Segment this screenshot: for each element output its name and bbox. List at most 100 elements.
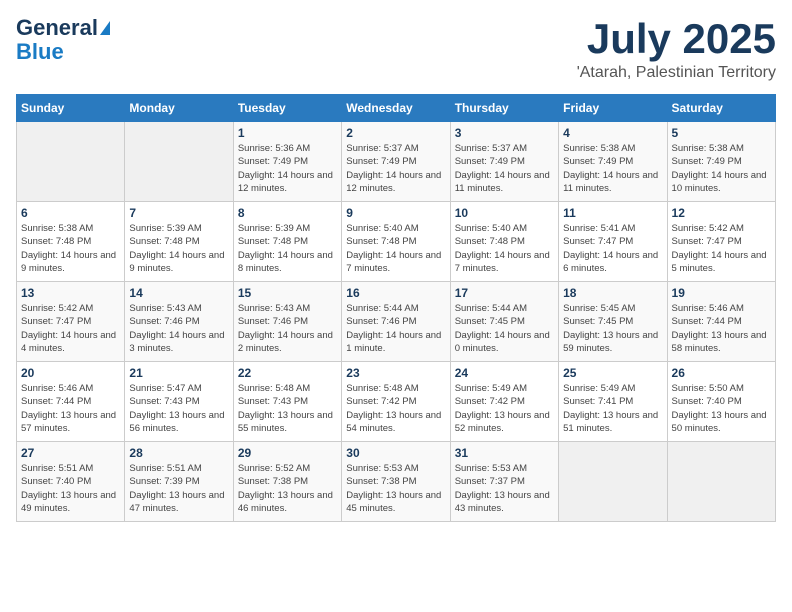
day-number: 16	[346, 286, 445, 300]
calendar-cell: 7 Sunrise: 5:39 AM Sunset: 7:48 PM Dayli…	[125, 202, 233, 282]
sunrise-text: Sunrise: 5:42 AM	[21, 303, 93, 314]
daylight-text: Daylight: 13 hours and 51 minutes.	[563, 410, 658, 434]
day-number: 6	[21, 206, 120, 220]
calendar-cell: 22 Sunrise: 5:48 AM Sunset: 7:43 PM Dayl…	[233, 362, 341, 442]
day-number: 1	[238, 126, 337, 140]
cell-info: Sunrise: 5:49 AM Sunset: 7:41 PM Dayligh…	[563, 382, 662, 435]
sunset-text: Sunset: 7:43 PM	[238, 396, 308, 407]
daylight-text: Daylight: 14 hours and 2 minutes.	[238, 330, 333, 354]
calendar-cell: 17 Sunrise: 5:44 AM Sunset: 7:45 PM Dayl…	[450, 282, 558, 362]
cell-info: Sunrise: 5:51 AM Sunset: 7:39 PM Dayligh…	[129, 462, 228, 515]
sunset-text: Sunset: 7:45 PM	[455, 316, 525, 327]
sunset-text: Sunset: 7:46 PM	[129, 316, 199, 327]
logo-triangle-icon	[100, 21, 110, 35]
daylight-text: Daylight: 13 hours and 57 minutes.	[21, 410, 116, 434]
daylight-text: Daylight: 14 hours and 11 minutes.	[563, 170, 658, 194]
calendar-table: SundayMondayTuesdayWednesdayThursdayFrid…	[16, 94, 776, 522]
day-number: 27	[21, 446, 120, 460]
cell-info: Sunrise: 5:53 AM Sunset: 7:37 PM Dayligh…	[455, 462, 554, 515]
weekday-header-friday: Friday	[559, 95, 667, 122]
calendar-cell	[125, 122, 233, 202]
sunrise-text: Sunrise: 5:41 AM	[563, 223, 635, 234]
day-number: 4	[563, 126, 662, 140]
day-number: 31	[455, 446, 554, 460]
sunset-text: Sunset: 7:48 PM	[455, 236, 525, 247]
cell-info: Sunrise: 5:37 AM Sunset: 7:49 PM Dayligh…	[346, 142, 445, 195]
cell-info: Sunrise: 5:47 AM Sunset: 7:43 PM Dayligh…	[129, 382, 228, 435]
sunrise-text: Sunrise: 5:38 AM	[21, 223, 93, 234]
sunset-text: Sunset: 7:48 PM	[129, 236, 199, 247]
sunset-text: Sunset: 7:48 PM	[238, 236, 308, 247]
sunset-text: Sunset: 7:43 PM	[129, 396, 199, 407]
day-number: 8	[238, 206, 337, 220]
calendar-cell: 8 Sunrise: 5:39 AM Sunset: 7:48 PM Dayli…	[233, 202, 341, 282]
day-number: 23	[346, 366, 445, 380]
calendar-cell: 24 Sunrise: 5:49 AM Sunset: 7:42 PM Dayl…	[450, 362, 558, 442]
sunrise-text: Sunrise: 5:38 AM	[563, 143, 635, 154]
daylight-text: Daylight: 13 hours and 46 minutes.	[238, 490, 333, 514]
cell-info: Sunrise: 5:41 AM Sunset: 7:47 PM Dayligh…	[563, 222, 662, 275]
sunset-text: Sunset: 7:40 PM	[21, 476, 91, 487]
calendar-cell: 12 Sunrise: 5:42 AM Sunset: 7:47 PM Dayl…	[667, 202, 775, 282]
cell-info: Sunrise: 5:38 AM Sunset: 7:49 PM Dayligh…	[563, 142, 662, 195]
sunset-text: Sunset: 7:48 PM	[346, 236, 416, 247]
sunset-text: Sunset: 7:45 PM	[563, 316, 633, 327]
sunset-text: Sunset: 7:46 PM	[346, 316, 416, 327]
daylight-text: Daylight: 14 hours and 5 minutes.	[672, 250, 767, 274]
day-number: 3	[455, 126, 554, 140]
sunrise-text: Sunrise: 5:49 AM	[563, 383, 635, 394]
sunrise-text: Sunrise: 5:48 AM	[238, 383, 310, 394]
cell-info: Sunrise: 5:44 AM Sunset: 7:46 PM Dayligh…	[346, 302, 445, 355]
sunrise-text: Sunrise: 5:40 AM	[346, 223, 418, 234]
calendar-cell: 21 Sunrise: 5:47 AM Sunset: 7:43 PM Dayl…	[125, 362, 233, 442]
weekday-header-sunday: Sunday	[17, 95, 125, 122]
cell-info: Sunrise: 5:43 AM Sunset: 7:46 PM Dayligh…	[129, 302, 228, 355]
calendar-cell: 19 Sunrise: 5:46 AM Sunset: 7:44 PM Dayl…	[667, 282, 775, 362]
daylight-text: Daylight: 13 hours and 55 minutes.	[238, 410, 333, 434]
daylight-text: Daylight: 13 hours and 47 minutes.	[129, 490, 224, 514]
calendar-week-row: 20 Sunrise: 5:46 AM Sunset: 7:44 PM Dayl…	[17, 362, 776, 442]
calendar-cell: 23 Sunrise: 5:48 AM Sunset: 7:42 PM Dayl…	[342, 362, 450, 442]
weekday-header-thursday: Thursday	[450, 95, 558, 122]
daylight-text: Daylight: 14 hours and 9 minutes.	[21, 250, 116, 274]
daylight-text: Daylight: 13 hours and 58 minutes.	[672, 330, 767, 354]
day-number: 17	[455, 286, 554, 300]
calendar-cell: 20 Sunrise: 5:46 AM Sunset: 7:44 PM Dayl…	[17, 362, 125, 442]
daylight-text: Daylight: 14 hours and 0 minutes.	[455, 330, 550, 354]
sunrise-text: Sunrise: 5:49 AM	[455, 383, 527, 394]
sunset-text: Sunset: 7:42 PM	[455, 396, 525, 407]
cell-info: Sunrise: 5:53 AM Sunset: 7:38 PM Dayligh…	[346, 462, 445, 515]
calendar-cell: 29 Sunrise: 5:52 AM Sunset: 7:38 PM Dayl…	[233, 442, 341, 522]
calendar-week-row: 27 Sunrise: 5:51 AM Sunset: 7:40 PM Dayl…	[17, 442, 776, 522]
cell-info: Sunrise: 5:40 AM Sunset: 7:48 PM Dayligh…	[346, 222, 445, 275]
cell-info: Sunrise: 5:45 AM Sunset: 7:45 PM Dayligh…	[563, 302, 662, 355]
day-number: 18	[563, 286, 662, 300]
sunrise-text: Sunrise: 5:47 AM	[129, 383, 201, 394]
cell-info: Sunrise: 5:49 AM Sunset: 7:42 PM Dayligh…	[455, 382, 554, 435]
cell-info: Sunrise: 5:52 AM Sunset: 7:38 PM Dayligh…	[238, 462, 337, 515]
sunrise-text: Sunrise: 5:44 AM	[346, 303, 418, 314]
weekday-header-tuesday: Tuesday	[233, 95, 341, 122]
sunset-text: Sunset: 7:49 PM	[238, 156, 308, 167]
day-number: 28	[129, 446, 228, 460]
calendar-cell: 28 Sunrise: 5:51 AM Sunset: 7:39 PM Dayl…	[125, 442, 233, 522]
calendar-cell: 11 Sunrise: 5:41 AM Sunset: 7:47 PM Dayl…	[559, 202, 667, 282]
calendar-cell: 30 Sunrise: 5:53 AM Sunset: 7:38 PM Dayl…	[342, 442, 450, 522]
cell-info: Sunrise: 5:46 AM Sunset: 7:44 PM Dayligh…	[21, 382, 120, 435]
sunset-text: Sunset: 7:49 PM	[672, 156, 742, 167]
day-number: 13	[21, 286, 120, 300]
cell-info: Sunrise: 5:36 AM Sunset: 7:49 PM Dayligh…	[238, 142, 337, 195]
weekday-header-saturday: Saturday	[667, 95, 775, 122]
calendar-week-row: 13 Sunrise: 5:42 AM Sunset: 7:47 PM Dayl…	[17, 282, 776, 362]
cell-info: Sunrise: 5:51 AM Sunset: 7:40 PM Dayligh…	[21, 462, 120, 515]
cell-info: Sunrise: 5:42 AM Sunset: 7:47 PM Dayligh…	[672, 222, 771, 275]
calendar-cell: 5 Sunrise: 5:38 AM Sunset: 7:49 PM Dayli…	[667, 122, 775, 202]
logo: General Blue	[16, 16, 110, 64]
logo-text-general: General	[16, 16, 98, 40]
cell-info: Sunrise: 5:40 AM Sunset: 7:48 PM Dayligh…	[455, 222, 554, 275]
day-number: 25	[563, 366, 662, 380]
calendar-cell: 3 Sunrise: 5:37 AM Sunset: 7:49 PM Dayli…	[450, 122, 558, 202]
daylight-text: Daylight: 13 hours and 43 minutes.	[455, 490, 550, 514]
cell-info: Sunrise: 5:50 AM Sunset: 7:40 PM Dayligh…	[672, 382, 771, 435]
day-number: 22	[238, 366, 337, 380]
